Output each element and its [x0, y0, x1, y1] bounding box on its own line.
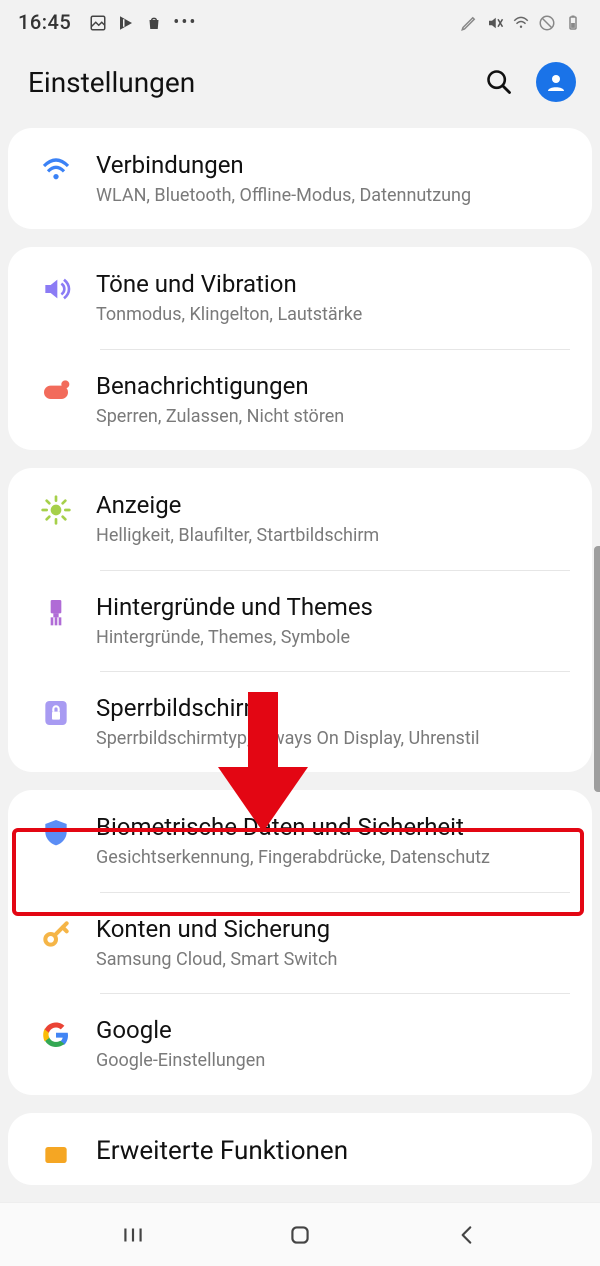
mute-icon: [486, 13, 504, 31]
item-title: Sperrbildschirm: [96, 693, 568, 723]
nav-back-button[interactable]: [447, 1215, 487, 1255]
gallery-icon: [89, 13, 107, 31]
settings-item-lockscreen[interactable]: Sperrbildschirm Sperrbildschirmtyp, Alwa…: [8, 671, 592, 772]
item-subtitle: Helligkeit, Blaufilter, Startbildschirm: [96, 524, 568, 547]
nav-home-button[interactable]: [280, 1215, 320, 1255]
settings-group: Töne und Vibration Tonmodus, Klingelton,…: [8, 247, 592, 450]
item-subtitle: Samsung Cloud, Smart Switch: [96, 948, 568, 971]
notification-icon: [28, 371, 84, 407]
item-title: Google: [96, 1015, 568, 1045]
item-title: Hintergründe und Themes: [96, 592, 568, 622]
item-subtitle: WLAN, Bluetooth, Offline-Modus, Datennut…: [96, 184, 568, 207]
settings-item-themes[interactable]: Hintergründe und Themes Hintergründe, Th…: [8, 570, 592, 671]
item-subtitle: Tonmodus, Klingelton, Lautstärke: [96, 303, 568, 326]
lock-icon: [28, 693, 84, 729]
settings-item-accounts[interactable]: Konten und Sicherung Samsung Cloud, Smar…: [8, 892, 592, 993]
item-subtitle: Sperrbildschirmtyp, Always On Display, U…: [96, 727, 568, 750]
account-avatar[interactable]: [536, 62, 576, 102]
settings-group: Erweiterte Funktionen: [8, 1113, 592, 1185]
settings-group: Anzeige Helligkeit, Blaufilter, Startbil…: [8, 468, 592, 772]
item-subtitle: Hintergründe, Themes, Symbole: [96, 626, 568, 649]
settings-item-connections[interactable]: Verbindungen WLAN, Bluetooth, Offline-Mo…: [8, 128, 592, 229]
settings-header: Einstellungen: [0, 44, 600, 128]
home-icon: [287, 1222, 313, 1248]
back-icon: [454, 1222, 480, 1248]
shield-icon: [28, 812, 84, 848]
search-icon: [485, 68, 513, 96]
item-subtitle: Google-Einstellungen: [96, 1049, 568, 1072]
no-signal-icon: [538, 13, 556, 31]
key-icon: [28, 914, 84, 950]
settings-group: Biometrische Daten und Sicherheit Gesich…: [8, 790, 592, 1094]
person-icon: [544, 70, 568, 94]
item-subtitle: Gesichtserkennung, Fingerabdrücke, Daten…: [96, 846, 568, 869]
settings-item-biometrics[interactable]: Biometrische Daten und Sicherheit Gesich…: [8, 790, 592, 891]
scroll-indicator[interactable]: [594, 546, 600, 792]
settings-item-display[interactable]: Anzeige Helligkeit, Blaufilter, Startbil…: [8, 468, 592, 569]
wifi-icon: [28, 150, 84, 186]
item-title: Töne und Vibration: [96, 269, 568, 299]
settings-item-advanced[interactable]: Erweiterte Funktionen: [8, 1113, 592, 1185]
brightness-icon: [28, 490, 84, 526]
page-title: Einstellungen: [28, 66, 195, 99]
settings-group: Verbindungen WLAN, Bluetooth, Offline-Mo…: [8, 128, 592, 229]
nav-bar: [0, 1202, 600, 1266]
item-title: Erweiterte Funktionen: [96, 1135, 568, 1168]
item-subtitle: Sperren, Zulassen, Nicht stören: [96, 405, 568, 428]
item-title: Benachrichtigungen: [96, 371, 568, 401]
settings-item-sound[interactable]: Töne und Vibration Tonmodus, Klingelton,…: [8, 247, 592, 348]
sound-icon: [28, 269, 84, 305]
nav-recents-button[interactable]: [113, 1215, 153, 1255]
advanced-icon: [28, 1135, 84, 1171]
item-title: Konten und Sicherung: [96, 914, 568, 944]
item-title: Biometrische Daten und Sicherheit: [96, 812, 568, 842]
google-icon: [28, 1015, 84, 1051]
item-title: Verbindungen: [96, 150, 568, 180]
wifi-icon: [512, 13, 530, 31]
status-bar: 16:45 •••: [0, 0, 600, 44]
themes-icon: [28, 592, 84, 628]
recents-icon: [120, 1222, 146, 1248]
status-clock: 16:45: [18, 10, 71, 34]
shop-icon: [145, 13, 163, 31]
settings-item-notifications[interactable]: Benachrichtigungen Sperren, Zulassen, Ni…: [8, 349, 592, 450]
edit-icon: [460, 13, 478, 31]
settings-item-google[interactable]: Google Google-Einstellungen: [8, 993, 592, 1094]
search-button[interactable]: [484, 67, 514, 97]
playstore-icon: [117, 13, 135, 31]
more-icon: •••: [173, 12, 197, 33]
item-title: Anzeige: [96, 490, 568, 520]
battery-icon: [564, 13, 582, 31]
